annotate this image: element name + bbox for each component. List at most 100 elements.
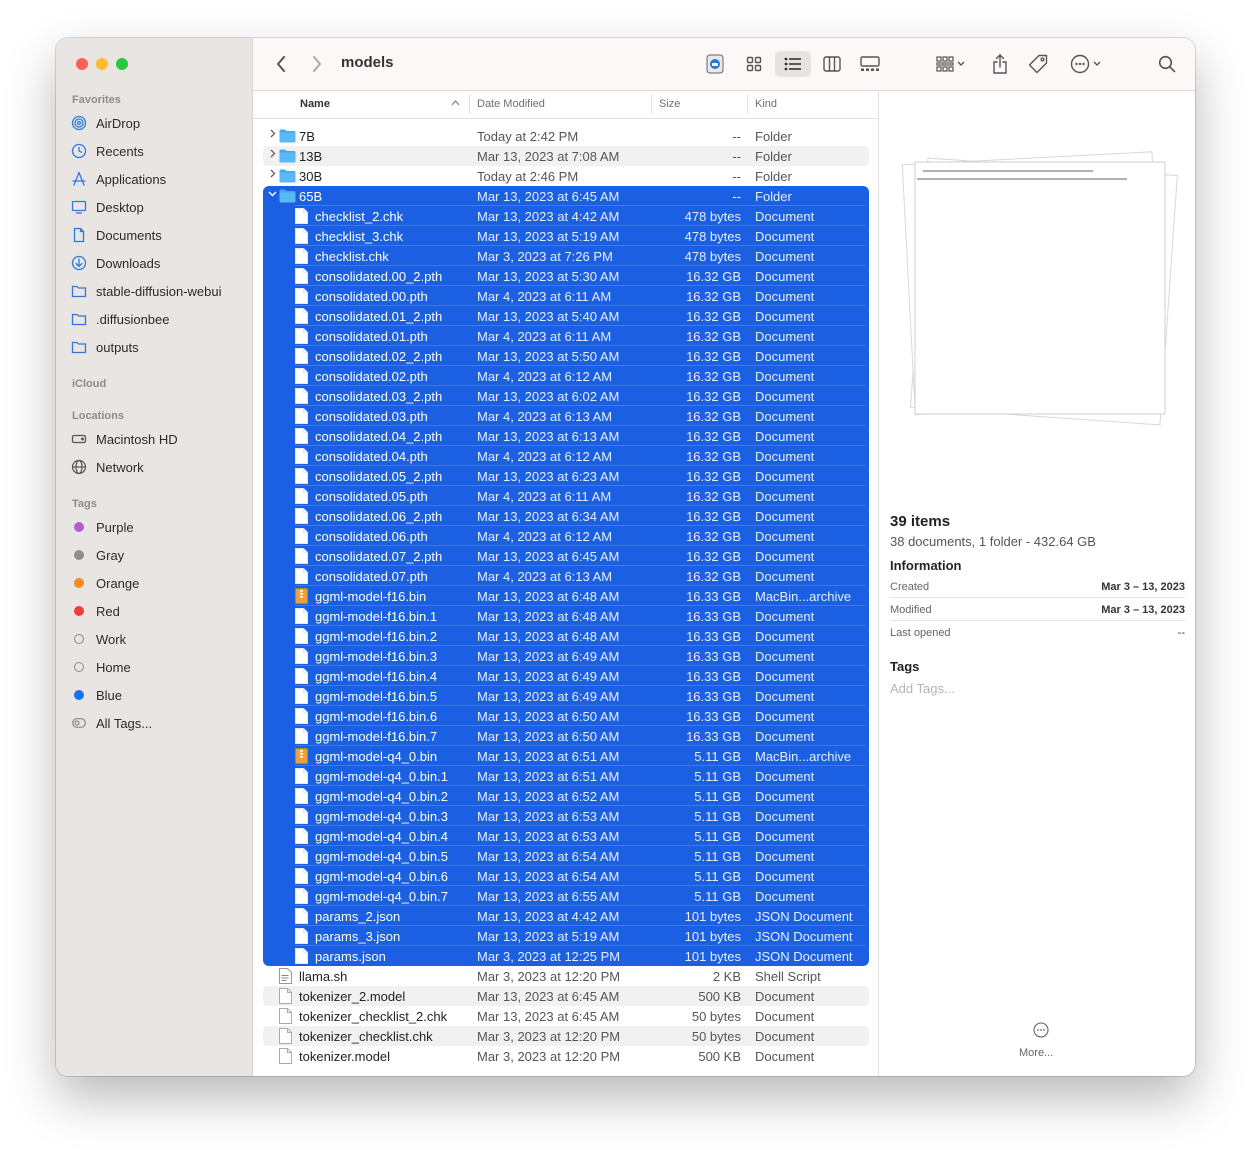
file-row[interactable]: consolidated.06.pth Mar 4, 2023 at 6:12 A… — [263, 526, 869, 546]
file-row[interactable]: ggml-model-q4_0.bin.1 Mar 13, 2023 at 6:5… — [263, 766, 869, 786]
folder-row[interactable]: 13B Mar 13, 2023 at 7:08 AM -- Folder — [263, 146, 869, 166]
sidebar-item-recents[interactable]: Recents — [70, 140, 144, 162]
column-view-button[interactable] — [819, 51, 845, 77]
tag-item-gray[interactable]: Gray — [70, 544, 124, 566]
file-row[interactable]: ggml-model-f16.bin.7 Mar 13, 2023 at 6:50… — [263, 726, 869, 746]
file-row[interactable]: ggml-model-q4_0.bin.5 Mar 13, 2023 at 6:5… — [263, 846, 869, 866]
folder-row[interactable]: 7B Today at 2:42 PM -- Folder — [263, 126, 869, 146]
file-row[interactable]: ggml-model-q4_0.bin.6 Mar 13, 2023 at 6:5… — [263, 866, 869, 886]
favorites-heading: Favorites — [72, 94, 121, 106]
sidebar-item-outputs[interactable]: outputs — [70, 336, 139, 358]
file-row[interactable]: consolidated.00_2.pth Mar 13, 2023 at 5:3… — [263, 266, 869, 286]
file-size: 16.33 GB — [686, 689, 741, 704]
file-row[interactable]: checklist_3.chk Mar 13, 2023 at 5:19 AM 47… — [263, 226, 869, 246]
share-button[interactable] — [987, 51, 1013, 77]
applications-icon — [70, 170, 88, 188]
file-row[interactable]: ggml-model-f16.bin.1 Mar 13, 2023 at 6:48… — [263, 606, 869, 626]
more-button[interactable] — [1029, 1022, 1053, 1040]
more-actions-button[interactable] — [1067, 51, 1107, 77]
file-row[interactable]: consolidated.05.pth Mar 4, 2023 at 6:11 A… — [263, 486, 869, 506]
file-row[interactable]: consolidated.07.pth Mar 4, 2023 at 6:13 A… — [263, 566, 869, 586]
folder-row[interactable]: 30B Today at 2:46 PM -- Folder — [263, 166, 869, 186]
file-row[interactable]: consolidated.01_2.pth Mar 13, 2023 at 5:4… — [263, 306, 869, 326]
zoom-button[interactable] — [116, 58, 128, 70]
file-row[interactable]: consolidated.00.pth Mar 4, 2023 at 6:11 A… — [263, 286, 869, 306]
file-date: Mar 13, 2023 at 6:53 AM — [477, 829, 620, 844]
finder-preview-button[interactable] — [703, 51, 727, 77]
kind-column-header[interactable]: Kind — [755, 98, 777, 110]
file-row[interactable]: consolidated.03_2.pth Mar 13, 2023 at 6:0… — [263, 386, 869, 406]
file-row[interactable]: ggml-model-f16.bin.4 Mar 13, 2023 at 6:49… — [263, 666, 869, 686]
sidebar-item-stable-diffusion-webui[interactable]: stable-diffusion-webui — [70, 280, 222, 302]
file-row[interactable]: consolidated.06_2.pth Mar 13, 2023 at 6:3… — [263, 506, 869, 526]
file-row[interactable]: ggml-model-f16.bin.2 Mar 13, 2023 at 6:48… — [263, 626, 869, 646]
tag-item-all-tags[interactable]: All Tags... — [70, 712, 152, 734]
file-row[interactable]: params_2.json Mar 13, 2023 at 4:42 AM 101 … — [263, 906, 869, 926]
forward-button[interactable] — [305, 51, 329, 77]
file-row[interactable]: consolidated.05_2.pth Mar 13, 2023 at 6:2… — [263, 466, 869, 486]
file-row[interactable]: consolidated.03.pth Mar 4, 2023 at 6:13 A… — [263, 406, 869, 426]
file-row[interactable]: ggml-model-f16.bin.6 Mar 13, 2023 at 6:50… — [263, 706, 869, 726]
sidebar-item-desktop[interactable]: Desktop — [70, 196, 144, 218]
file-row[interactable]: tokenizer.model Mar 3, 2023 at 12:20 PM 50… — [263, 1046, 869, 1066]
file-row[interactable]: ggml-model-q4_0.bin.3 Mar 13, 2023 at 6:5… — [263, 806, 869, 826]
file-row[interactable]: ggml-model-f16.bin.5 Mar 13, 2023 at 6:49… — [263, 686, 869, 706]
tag-item-home[interactable]: Home — [70, 656, 131, 678]
file-row[interactable]: ggml-model-q4_0.bin.7 Mar 13, 2023 at 6:5… — [263, 886, 869, 906]
file-name: tokenizer_checklist_2.chk — [299, 1009, 448, 1024]
sidebar-item-applications[interactable]: Applications — [70, 168, 166, 190]
name-column-header[interactable]: Name — [300, 98, 330, 110]
minimize-button[interactable] — [96, 58, 108, 70]
disclosure-expanded-icon[interactable] — [268, 189, 277, 201]
sidebar-item-network[interactable]: Network — [70, 456, 144, 478]
tag-item-work[interactable]: Work — [70, 628, 126, 650]
file-row[interactable]: consolidated.02_2.pth Mar 13, 2023 at 5:5… — [263, 346, 869, 366]
tag-item-blue[interactable]: Blue — [70, 684, 122, 706]
sidebar-item-downloads[interactable]: Downloads — [70, 252, 160, 274]
file-row[interactable]: tokenizer_checklist_2.chk Mar 13, 2023 at… — [263, 1006, 869, 1026]
tag-button[interactable] — [1025, 51, 1051, 77]
date-column-header[interactable]: Date Modified — [477, 98, 545, 110]
tag-item-red[interactable]: Red — [70, 600, 120, 622]
back-button[interactable] — [269, 51, 293, 77]
disclosure-collapsed-icon[interactable] — [268, 149, 277, 161]
list-view-button[interactable] — [775, 51, 811, 77]
file-row[interactable]: consolidated.04.pth Mar 4, 2023 at 6:12 A… — [263, 446, 869, 466]
tag-item-purple[interactable]: Purple — [70, 516, 134, 538]
sidebar-item-documents[interactable]: Documents — [70, 224, 162, 246]
sidebar-item-macintosh-hd[interactable]: Macintosh HD — [70, 428, 178, 450]
file-row[interactable]: tokenizer_2.model Mar 13, 2023 at 6:45 AM… — [263, 986, 869, 1006]
file-row[interactable]: llama.sh Mar 3, 2023 at 12:20 PM 2 KB Shell… — [263, 966, 869, 986]
file-row[interactable]: ggml-model-q4_0.bin.4 Mar 13, 2023 at 6:5… — [263, 826, 869, 846]
tag-item-orange[interactable]: Orange — [70, 572, 139, 594]
document-icon — [295, 888, 308, 904]
file-row[interactable]: consolidated.07_2.pth Mar 13, 2023 at 6:4… — [263, 546, 869, 566]
file-row[interactable]: checklist_2.chk Mar 13, 2023 at 4:42 AM 47… — [263, 206, 869, 226]
script-icon — [279, 968, 292, 984]
disclosure-collapsed-icon[interactable] — [268, 129, 277, 141]
size-column-header[interactable]: Size — [659, 98, 680, 110]
sidebar-item-diffusionbee[interactable]: .diffusionbee — [70, 308, 170, 330]
file-date: Mar 13, 2023 at 6:53 AM — [477, 809, 620, 824]
add-tags-field[interactable]: Add Tags... — [890, 681, 955, 696]
file-row[interactable]: consolidated.04_2.pth Mar 13, 2023 at 6:1… — [263, 426, 869, 446]
file-row[interactable]: ggml-model-f16.bin Mar 13, 2023 at 6:48 A… — [263, 586, 869, 606]
gallery-view-button[interactable] — [857, 51, 883, 77]
folder-row[interactable]: 65B Mar 13, 2023 at 6:45 AM -- Folder — [263, 186, 869, 206]
sidebar-item-label: Desktop — [96, 199, 144, 215]
close-button[interactable] — [76, 58, 88, 70]
group-by-button[interactable] — [931, 51, 971, 77]
disclosure-collapsed-icon[interactable] — [268, 169, 277, 181]
file-row[interactable]: ggml-model-q4_0.bin.2 Mar 13, 2023 at 6:5… — [263, 786, 869, 806]
file-row[interactable]: ggml-model-f16.bin.3 Mar 13, 2023 at 6:49… — [263, 646, 869, 666]
file-row[interactable]: params_3.json Mar 13, 2023 at 5:19 AM 101 … — [263, 926, 869, 946]
file-row[interactable]: consolidated.01.pth Mar 4, 2023 at 6:11 A… — [263, 326, 869, 346]
file-row[interactable]: ggml-model-q4_0.bin Mar 13, 2023 at 6:51 … — [263, 746, 869, 766]
icon-view-button[interactable] — [741, 51, 767, 77]
file-row[interactable]: tokenizer_checklist.chk Mar 3, 2023 at 12… — [263, 1026, 869, 1046]
file-row[interactable]: checklist.chk Mar 3, 2023 at 7:26 PM 478 b… — [263, 246, 869, 266]
sidebar-item-airdrop[interactable]: AirDrop — [70, 112, 140, 134]
file-row[interactable]: params.json Mar 3, 2023 at 12:25 PM 101 by… — [263, 946, 869, 966]
search-button[interactable] — [1155, 51, 1179, 77]
file-row[interactable]: consolidated.02.pth Mar 4, 2023 at 6:12 A… — [263, 366, 869, 386]
